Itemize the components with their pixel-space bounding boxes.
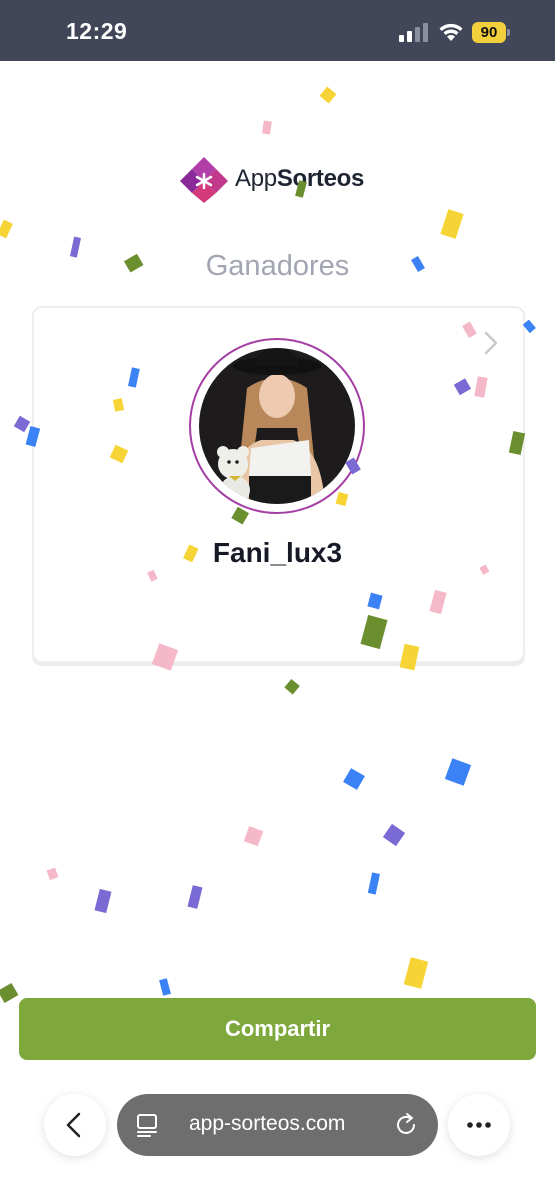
winner-avatar[interactable] <box>199 348 355 504</box>
url-text: app-sorteos.com <box>189 1112 346 1135</box>
battery-icon: 90 <box>472 22 510 43</box>
appsorteos-logo-icon <box>180 157 228 203</box>
reload-icon[interactable] <box>395 1112 419 1138</box>
more-button[interactable] <box>448 1094 510 1156</box>
tabs-icon <box>137 1114 157 1137</box>
address-bar[interactable]: app-sorteos.com <box>117 1094 438 1156</box>
signal-icon <box>399 23 428 42</box>
chevron-right-icon[interactable] <box>480 330 502 356</box>
page-title: Ganadores <box>205 250 350 282</box>
logo-text: AppSorteos <box>235 165 365 192</box>
appsorteos-logo: AppSorteos <box>180 155 380 205</box>
wifi-icon <box>439 23 463 41</box>
status-time: 12:29 <box>66 18 128 44</box>
status-bar: 12:29 90 <box>0 0 555 61</box>
more-icon <box>467 1122 491 1128</box>
battery-level: 90 <box>472 22 506 43</box>
winner-name: Fani_lux3 <box>212 537 343 568</box>
share-button[interactable]: Compartir <box>19 998 536 1060</box>
back-button[interactable] <box>44 1094 106 1156</box>
back-icon <box>66 1112 81 1138</box>
